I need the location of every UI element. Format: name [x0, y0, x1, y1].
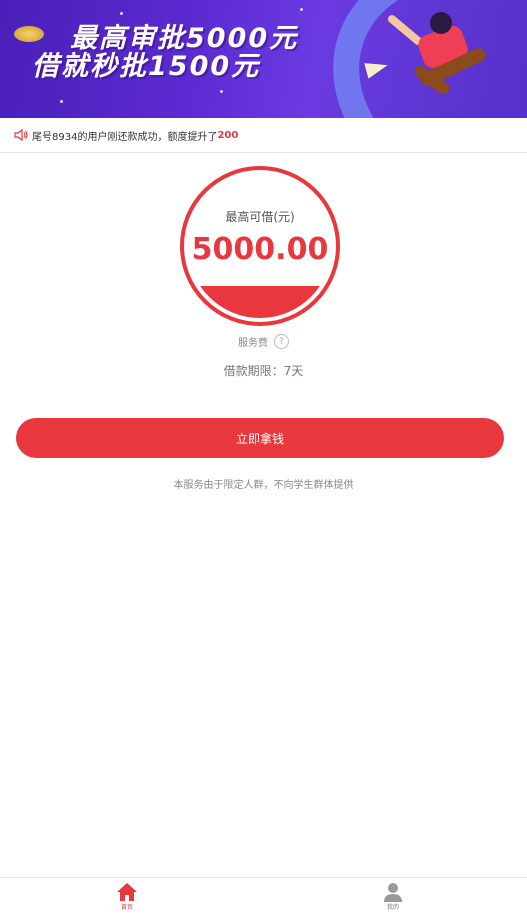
runner-illustration-head [430, 12, 452, 34]
max-borrow-label: 最高可借(元) [225, 210, 295, 224]
get-money-button[interactable]: 立即拿钱 [16, 418, 504, 458]
help-icon[interactable]: ? [274, 334, 289, 349]
notice-bar: 尾号8934的用户刚还款成功，额度提升了 200 [0, 118, 527, 153]
banner-star [120, 12, 123, 15]
banner-star [60, 100, 63, 103]
max-borrow-amount: 5000.00 [191, 232, 329, 267]
service-fee-label: 服务费 [238, 338, 268, 349]
coin-icon [14, 26, 44, 42]
tab-mine-label: 我的 [386, 904, 399, 911]
home-icon [117, 883, 137, 901]
bottom-tab-bar: 首页 我的 [0, 877, 527, 914]
dial-fill [188, 286, 332, 318]
tab-mine[interactable]: 我的 [363, 882, 423, 911]
loan-period: 借款期限：7天 [223, 364, 304, 378]
banner-star [220, 90, 223, 93]
notice-text: 尾号8934的用户刚还款成功，额度提升了 [32, 131, 218, 143]
service-fee-row: 服务费 ? [0, 334, 527, 349]
user-icon [384, 883, 402, 902]
banner-road-graphic [296, 0, 527, 118]
loan-amount-dial-inner: 最高可借(元) 5000.00 [188, 174, 332, 318]
tab-home-label: 首页 [120, 904, 133, 911]
notice-amount: 200 [217, 129, 239, 141]
speaker-icon [14, 128, 28, 142]
banner-star [300, 8, 303, 11]
banner-subheadline: 借就秒批1500元 [32, 51, 261, 82]
promo-banner[interactable]: 最高审批5000元 借就秒批1500元 [0, 0, 527, 118]
disclaimer-text: 本服务由于限定人群，不向学生群体提供 [173, 480, 354, 491]
loan-amount-dial: 最高可借(元) 5000.00 [180, 166, 340, 326]
tab-home[interactable]: 首页 [97, 882, 157, 911]
